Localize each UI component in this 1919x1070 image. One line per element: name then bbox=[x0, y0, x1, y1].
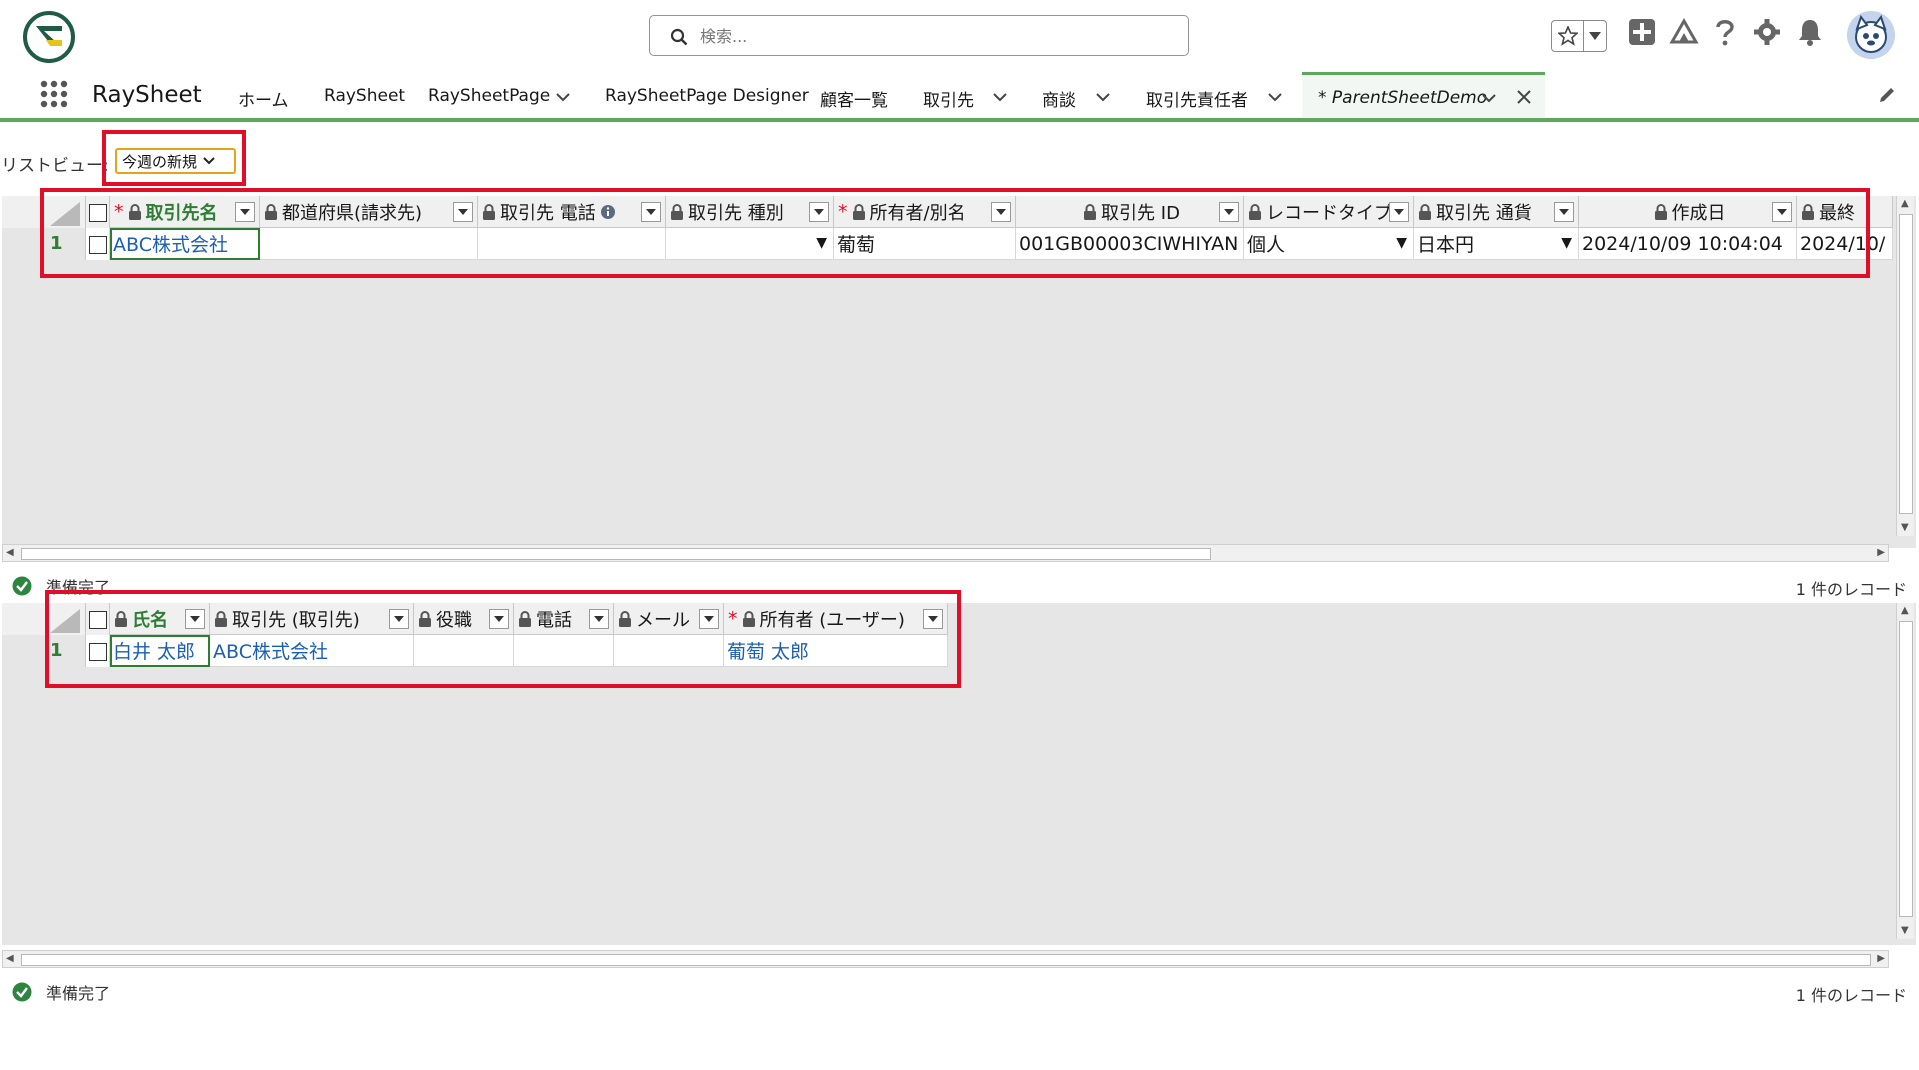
avatar[interactable] bbox=[1847, 11, 1895, 59]
check-circle-icon bbox=[12, 576, 32, 596]
chevron-down-icon[interactable] bbox=[993, 92, 1007, 102]
app-nav-bar: RaySheet ホーム RaySheet RaySheetPage RaySh… bbox=[0, 72, 1919, 122]
favorites-button-group[interactable] bbox=[1551, 20, 1607, 52]
list-view-label: リストビュー: bbox=[1, 156, 109, 176]
horizontal-scrollbar[interactable]: ◀ ▶ bbox=[2, 950, 1889, 968]
help-icon[interactable] bbox=[1714, 18, 1736, 50]
horizontal-scrollbar[interactable]: ◀ ▶ bbox=[2, 544, 1889, 562]
nav-item-home[interactable]: ホーム bbox=[238, 86, 289, 111]
nav-item-customer-list[interactable]: 顧客一覧 bbox=[820, 86, 888, 111]
app-logo-icon[interactable] bbox=[22, 10, 76, 64]
chevron-down-icon[interactable] bbox=[1482, 93, 1496, 103]
record-count: 1 件のレコード bbox=[1795, 580, 1907, 599]
gear-icon[interactable] bbox=[1753, 18, 1781, 50]
add-icon[interactable] bbox=[1628, 18, 1656, 50]
star-icon[interactable] bbox=[1552, 21, 1584, 51]
nav-item-raysheet[interactable]: RaySheet bbox=[324, 86, 405, 106]
close-icon[interactable] bbox=[1516, 89, 1532, 105]
nav-item-opportunities[interactable]: 商談 bbox=[1042, 86, 1076, 111]
trailhead-icon[interactable] bbox=[1669, 17, 1699, 50]
annotation-highlight bbox=[40, 188, 1870, 278]
pencil-icon[interactable] bbox=[1878, 86, 1896, 104]
app-name: RaySheet bbox=[92, 82, 202, 108]
nav-item-raysheetpage[interactable]: RaySheetPage bbox=[428, 86, 550, 106]
chevron-down-icon[interactable] bbox=[556, 92, 570, 102]
chevron-down-icon[interactable] bbox=[1096, 92, 1110, 102]
search-icon bbox=[670, 28, 688, 46]
tab-parentsheetdemo[interactable]: * ParentSheetDemo bbox=[1302, 72, 1545, 118]
annotation-highlight bbox=[102, 130, 246, 186]
global-search[interactable] bbox=[649, 15, 1189, 56]
app-launcher-icon[interactable] bbox=[40, 80, 68, 108]
chevron-down-icon[interactable] bbox=[1268, 92, 1282, 102]
vertical-scrollbar[interactable]: ▲ ▼ bbox=[1896, 196, 1914, 536]
search-input[interactable] bbox=[700, 22, 1170, 50]
chevron-down-icon[interactable] bbox=[1584, 21, 1606, 51]
grid2-status: 準備完了 bbox=[12, 980, 110, 1004]
nav-item-accounts[interactable]: 取引先 bbox=[923, 86, 974, 111]
annotation-highlight bbox=[45, 590, 961, 688]
global-header bbox=[0, 0, 1919, 72]
nav-item-contacts[interactable]: 取引先責任者 bbox=[1146, 86, 1248, 111]
bell-icon[interactable] bbox=[1797, 18, 1823, 50]
check-circle-icon bbox=[12, 982, 32, 1002]
vertical-scrollbar[interactable]: ▲ ▼ bbox=[1896, 603, 1914, 939]
nav-item-raysheetpage-designer[interactable]: RaySheetPage Designer bbox=[605, 86, 809, 106]
record-count: 1 件のレコード bbox=[1795, 986, 1907, 1005]
tab-label: * ParentSheetDemo bbox=[1318, 88, 1488, 108]
